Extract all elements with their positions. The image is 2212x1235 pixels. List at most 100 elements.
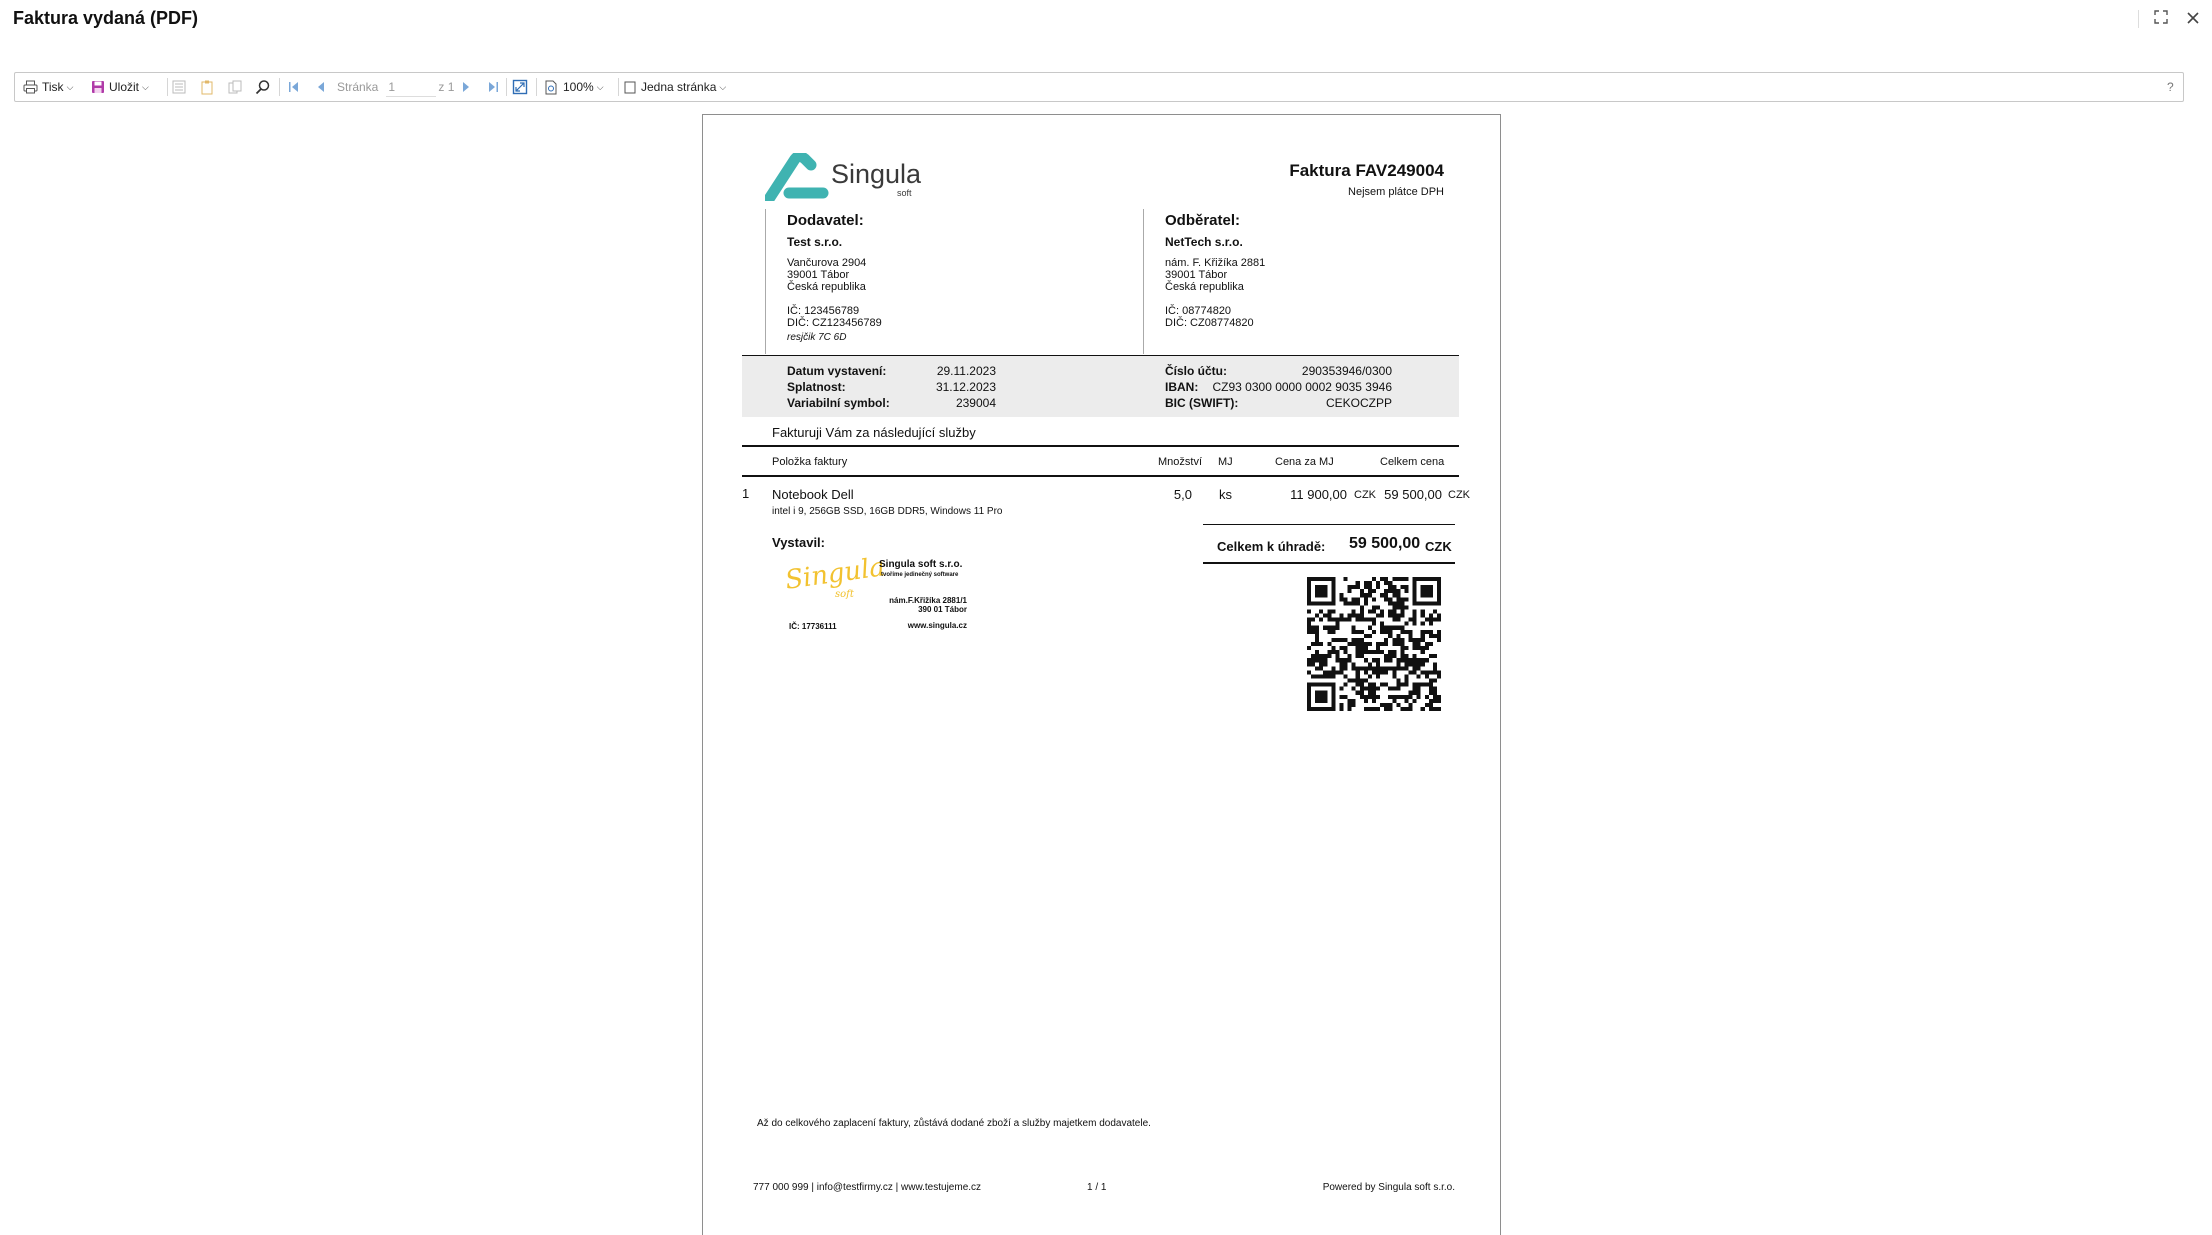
supplier-street: Vančurova 2904 [787, 257, 867, 269]
table-top-rule [742, 445, 1459, 447]
printer-icon [23, 80, 38, 94]
zoom-dropdown[interactable]: 100% ⌵ [544, 73, 604, 101]
chevron-down-icon: ⌵ [719, 81, 727, 92]
first-page-icon[interactable] [287, 73, 301, 101]
supplier-name: Test s.r.o. [787, 235, 843, 249]
customer-name: NetTech s.r.o. [1165, 235, 1243, 249]
issued-by-label: Vystavil: [772, 535, 825, 550]
item-unit-price: 11 900,00 [1290, 487, 1347, 502]
customer-block: Odběratel: NetTech s.r.o. nám. F. Křižík… [1165, 212, 1265, 329]
info-band: Datum vystavení: 29.11.2023 Splatnost: 3… [742, 356, 1459, 417]
qr-code-graphic [1307, 577, 1441, 711]
iban-label: IBAN: [1165, 380, 1199, 394]
table-row: 1 Notebook Dell intel i 9, 256GB SSD, 16… [742, 483, 1470, 523]
save-button[interactable]: Uložit ⌵ [91, 73, 149, 101]
single-page-icon [624, 81, 636, 94]
bic-value: CEKOCZPP [1325, 396, 1392, 410]
customer-ic: IČ: 08774820 [1165, 305, 1232, 317]
save-label: Uložit [109, 80, 140, 94]
issue-date-label: Datum vystavení: [787, 364, 887, 378]
account-label: Číslo účtu: [1165, 364, 1227, 378]
supplier-ic: IČ: 123456789 [787, 305, 860, 317]
stamp-signature-sub: soft [835, 589, 854, 600]
view-mode-dropdown[interactable]: Jedna stránka ⌵ [624, 73, 726, 101]
account-value: 290353946/0300 [1301, 364, 1392, 378]
table-header-rule [742, 475, 1459, 477]
customer-dic: DIČ: CZ08774820 [1165, 317, 1254, 329]
supplier-block: Dodavatel: Test s.r.o. Vančurova 2904 39… [787, 212, 882, 344]
payment-qr-code [1307, 577, 1441, 716]
footer-page-number: 1 / 1 [1087, 1182, 1107, 1193]
next-page-icon[interactable] [460, 73, 472, 101]
col-total-header: Celkem cena [1380, 456, 1445, 468]
clipboard-icon[interactable] [199, 73, 215, 101]
document-outline-icon[interactable] [171, 73, 187, 101]
iban-value: CZ93 0300 0000 0002 9035 3946 [1212, 380, 1393, 394]
item-quantity: 5,0 [1173, 487, 1192, 502]
previous-page-icon[interactable] [315, 73, 327, 101]
stamp-address-line1: nám.F.Křižíka 2881/1 [889, 596, 967, 605]
invoice-intro: Fakturuji Vám za následující služby [772, 425, 976, 440]
toolbar-divider [618, 78, 619, 96]
item-unit: ks [1219, 487, 1232, 502]
col-item-header: Položka faktury [772, 456, 848, 468]
logo-wordmark: Singula [831, 159, 922, 189]
zoom-value: 100% [563, 80, 594, 94]
stamp-tagline: tvoříme jedinečný software [881, 572, 959, 578]
singula-logo-mark [763, 151, 829, 205]
zoom-page-icon [544, 80, 558, 95]
search-icon[interactable] [255, 73, 271, 101]
bic-label: BIC (SWIFT): [1165, 396, 1239, 410]
stamp-address-line2: 390 01 Tábor [918, 605, 967, 614]
customer-heading: Odběratel: [1165, 212, 1241, 229]
company-logo: Singula soft [763, 151, 921, 206]
pdf-page: Singula soft Faktura FAV249004 Nejsem pl… [702, 114, 1501, 1235]
customer-country: Česká republika [1165, 281, 1244, 293]
page-navigator: Stránka z 1 [337, 73, 454, 101]
supplier-city: 39001 Tábor [787, 269, 850, 281]
toolbar-divider [279, 78, 280, 96]
vat-note: Nejsem plátce DPH [1348, 186, 1444, 198]
customer-city: 39001 Tábor [1165, 269, 1228, 281]
supplier-divider [765, 209, 766, 354]
footer-powered-by: Powered by Singula soft s.r.o. [1322, 1182, 1455, 1193]
total-top-rule [1203, 524, 1455, 525]
col-unit-header: MJ [1218, 456, 1233, 468]
customer-street: nám. F. Křižíka 2881 [1165, 257, 1266, 269]
total-currency: CZK [1425, 539, 1452, 554]
customer-divider [1143, 209, 1144, 354]
invoice-title: Faktura FAV249004 [1289, 161, 1444, 180]
ownership-note: Až do celkového zaplacení faktury, zůstá… [757, 1118, 1151, 1129]
stamp-web: www.singula.cz [907, 621, 967, 630]
copy-pages-icon[interactable] [227, 73, 243, 101]
view-mode-value: Jedna stránka [641, 80, 717, 94]
supplier-country: Česká republika [787, 281, 866, 293]
help-button[interactable]: ? [2167, 73, 2174, 101]
print-label: Tisk [42, 80, 64, 94]
item-description: intel i 9, 256GB SSD, 16GB DDR5, Windows… [772, 506, 1003, 517]
due-date-label: Splatnost: [787, 380, 846, 394]
qr-modules [1307, 577, 1441, 711]
supplier-heading: Dodavatel: [787, 212, 864, 229]
window-titlebar: Faktura vydaná (PDF) [0, 0, 2212, 40]
page-label: Stránka [337, 80, 379, 94]
item-total-currency: CZK [1448, 489, 1470, 501]
chevron-down-icon: ⌵ [66, 81, 74, 92]
toolbar-divider [167, 78, 168, 96]
maximize-icon[interactable] [2150, 9, 2172, 31]
last-page-icon[interactable] [486, 73, 500, 101]
print-button[interactable]: Tisk ⌵ [23, 73, 73, 101]
col-qty-header: Množství [1158, 456, 1203, 468]
item-total: 59 500,00 [1384, 487, 1442, 502]
stamp-ic: IČ: 17736111 [789, 622, 837, 631]
toolbar-divider [536, 78, 537, 96]
variable-symbol-value: 239004 [955, 396, 996, 410]
supplier-note: resjčik 7C 6D [787, 332, 847, 343]
variable-symbol-label: Variabilní symbol: [787, 396, 890, 410]
supplier-dic: DIČ: CZ123456789 [787, 317, 882, 329]
fit-page-icon[interactable] [512, 73, 528, 101]
total-value: 59 500,00 [1349, 535, 1421, 552]
logo-subtitle: soft [897, 188, 912, 198]
page-number-input[interactable] [386, 77, 437, 97]
close-icon[interactable] [2182, 9, 2204, 31]
